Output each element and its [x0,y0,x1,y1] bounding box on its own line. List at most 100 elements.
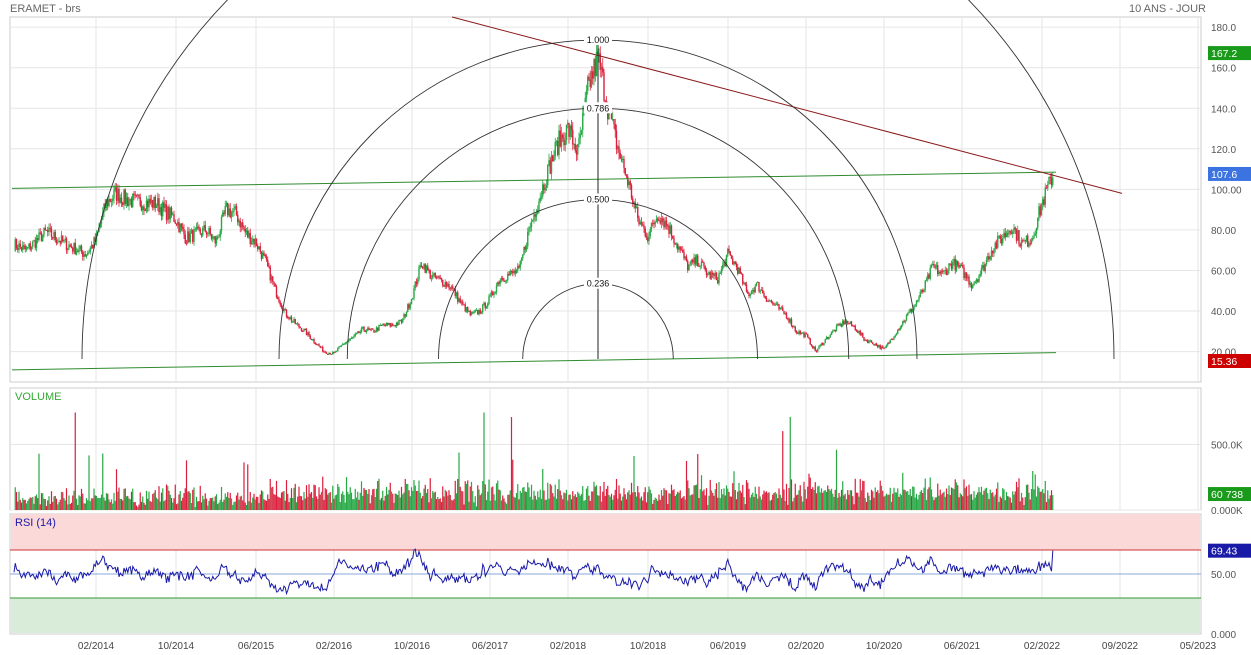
volume-bar [243,462,245,510]
volume-bar [792,501,794,510]
volume-bar [238,499,240,510]
candle-body [852,325,854,327]
volume-bar [184,488,186,510]
candle-body [434,272,436,278]
volume-bar [887,494,889,510]
candle-body [503,280,505,282]
candle-body [334,351,336,353]
candle-body [184,234,186,244]
volume-bar [369,503,371,510]
candle-body [794,326,796,332]
volume-bar [692,494,694,510]
volume-bar [623,488,625,510]
candle-body [985,259,988,264]
volume-bar [245,504,248,510]
candle-body [943,270,945,272]
volume-bar [834,489,836,510]
stock-chart[interactable]: 1.0000.7860.5000.236 02/2014 10/2014 06/20… [0,0,1251,655]
volume-bar [268,498,270,510]
candle-body [272,276,274,282]
volume-bar [324,488,326,510]
candle-body [739,267,741,274]
candle-body [788,318,790,323]
volume-bar [829,490,831,510]
candle-body [132,193,134,207]
candle-body [578,138,580,145]
volume-bar [82,493,84,510]
candle-body [1049,176,1051,179]
volume-bar [137,506,139,510]
candle-body [528,227,530,232]
candle-body [1020,240,1023,247]
volume-bar [582,486,584,510]
candle-body [775,303,778,305]
volume-bar [753,496,755,510]
volume-bar [84,503,86,510]
volume-bar [943,491,945,510]
volume-bar [600,501,603,510]
volume-bar [725,485,728,510]
volume-bar [525,491,528,510]
volume-bar [165,484,168,510]
volume-bar [50,491,53,510]
candle-body [1038,206,1040,219]
candle-body [42,234,44,242]
candle-body [263,252,265,255]
candle-body [318,344,320,346]
volume-bar [289,497,291,510]
candle-body [182,226,184,230]
volume-bar [859,479,861,510]
candle-body [433,272,435,275]
volume-bar [380,497,383,510]
candle-body [842,320,844,327]
volume-bar [300,496,303,510]
volume-bar [362,495,364,510]
volume-bar [364,489,366,510]
volume-bar [233,502,235,510]
candle-body [320,346,323,348]
candle-body [627,176,629,186]
candle-body [227,202,229,216]
volume-bar [449,494,451,510]
volume-bar [988,499,990,510]
candle-body [747,291,749,294]
candle-body [713,274,715,277]
volume-bar [325,489,328,510]
candle-body [14,239,16,251]
y-tick-label: 120.0 [1211,145,1236,156]
volume-bar [652,503,654,510]
candle-body [260,251,263,259]
volume-bar [242,500,244,510]
volume-bar [934,497,936,510]
candle-body [270,276,273,281]
volume-bar [1013,494,1015,510]
candle-body [259,246,261,252]
candle-body [922,290,924,293]
candle-body [975,279,978,282]
candle-body [933,264,935,267]
volume-bar [200,502,203,510]
volume-bar [609,496,611,510]
volume-bar [150,501,153,510]
volume-bar [330,502,333,510]
volume-bar [87,500,89,510]
candle-body [874,343,876,346]
volume-bar [358,499,360,510]
volume-bar [425,493,428,510]
volume-bar [877,490,879,510]
volume-bar [765,491,768,510]
volume-bar [279,497,281,510]
volume-bar [1034,474,1036,510]
candle-body [25,247,28,250]
candle-body [409,304,411,309]
candle-body [672,236,674,239]
candle-body [722,264,724,269]
volume-bar [679,490,681,510]
volume-bar [550,485,553,510]
volume-bar [59,499,61,510]
candle-body [859,330,861,335]
candle-body [48,227,50,232]
volume-bar [912,486,914,510]
volume-bar [908,494,910,510]
volume-bar [659,499,661,510]
